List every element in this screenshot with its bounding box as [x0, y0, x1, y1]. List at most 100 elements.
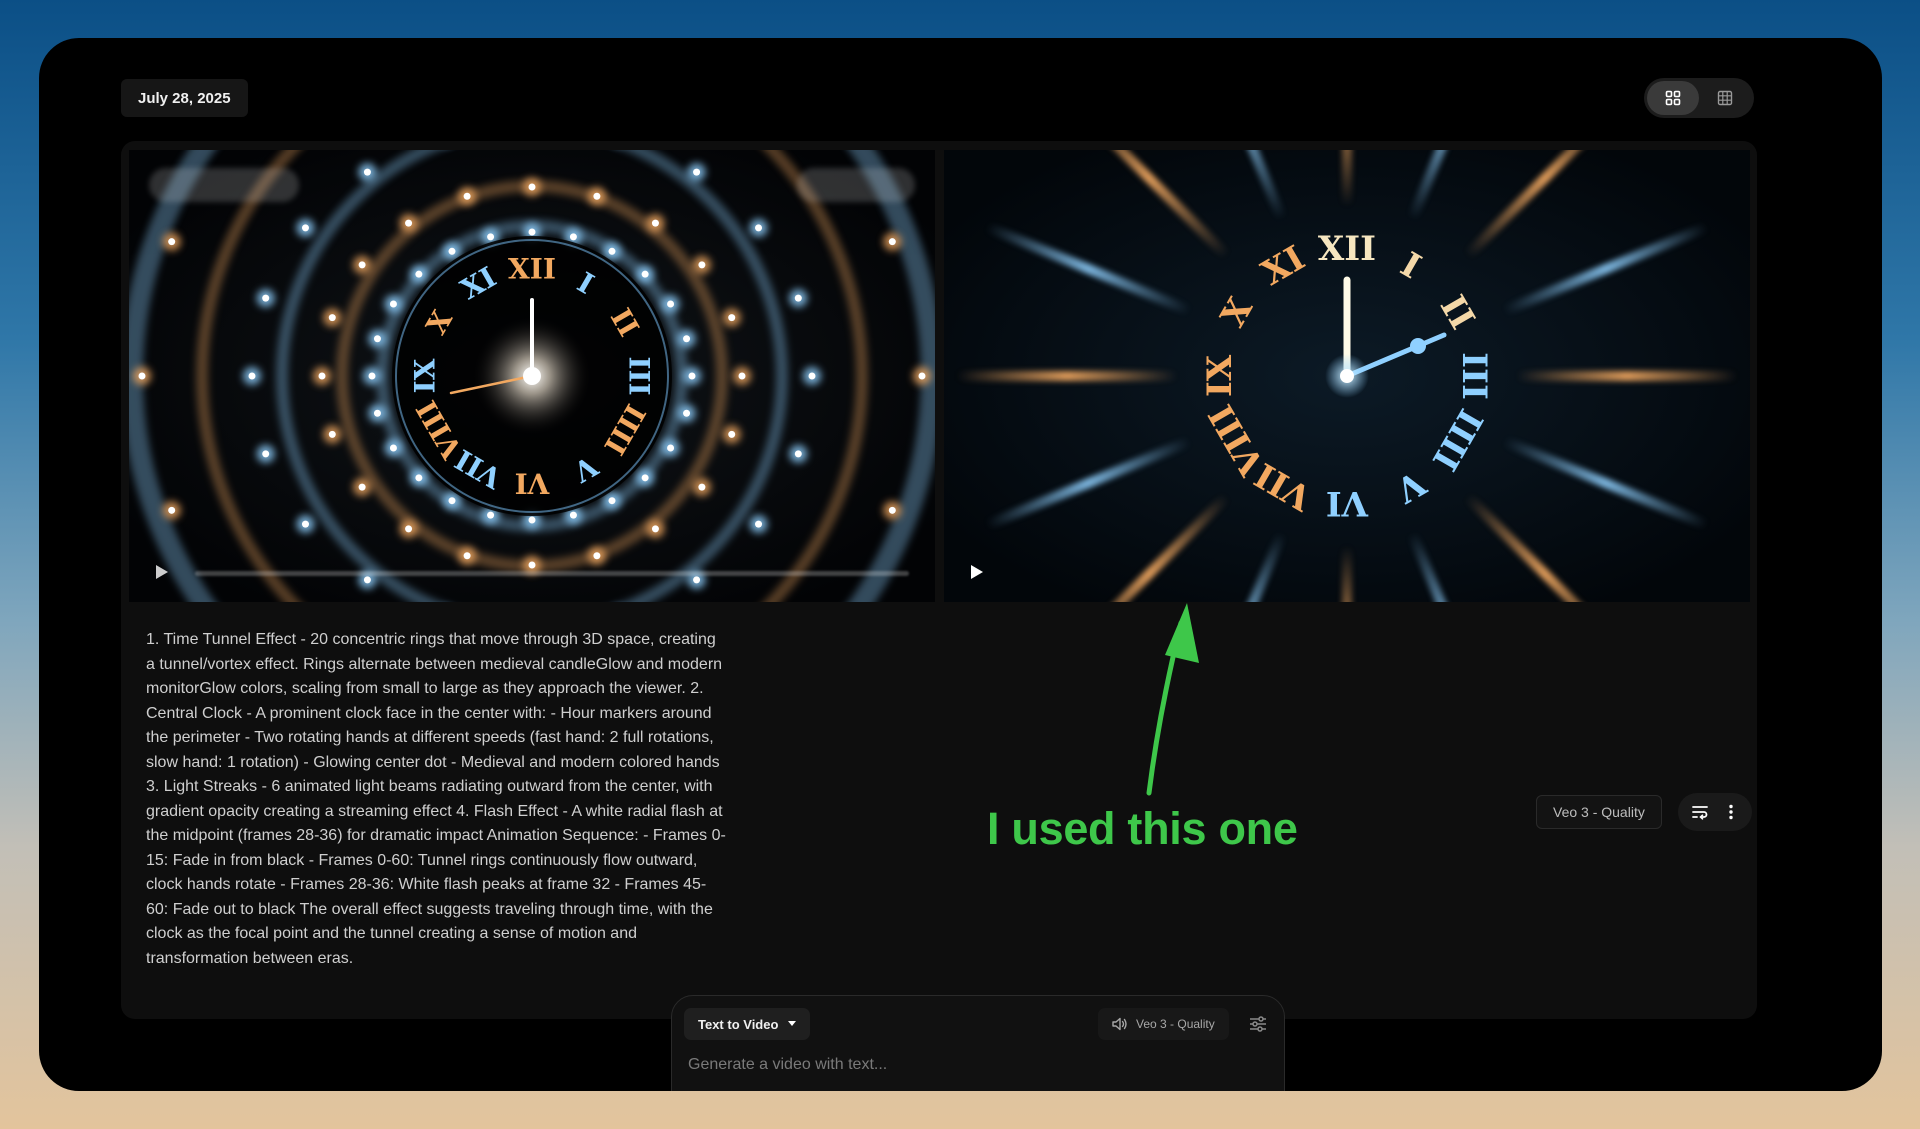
glow-dot-core — [363, 576, 371, 584]
blurred-overlay-chip — [797, 168, 915, 202]
glow-dot-core — [528, 183, 536, 191]
glow-dot-core — [569, 511, 577, 519]
glow-dot-core — [755, 520, 763, 528]
glow-dot-core — [651, 219, 659, 227]
play-icon[interactable] — [966, 562, 986, 582]
grid-3x3-icon — [1717, 90, 1733, 106]
result-actions — [1678, 793, 1752, 831]
glow-dot-core — [641, 270, 649, 278]
glow-dot-core — [262, 294, 270, 302]
grid-view-button[interactable] — [1647, 81, 1699, 115]
glow-dot-core — [373, 335, 381, 343]
table-view-button[interactable] — [1699, 81, 1751, 115]
glow-dot-core — [262, 450, 270, 458]
glow-dot-core — [918, 372, 926, 380]
glow-dot-core — [318, 372, 326, 380]
glow-dot-core — [667, 444, 675, 452]
glow-dot-core — [168, 506, 176, 514]
caret-down-icon — [788, 1021, 797, 1026]
clock-numeral: VI — [515, 467, 551, 500]
more-vertical-icon — [1728, 804, 1733, 820]
light-streak — [957, 371, 1177, 381]
clock-numeral: IX — [1200, 354, 1240, 397]
model-selector[interactable]: Veo 3 - Quality — [1098, 1008, 1229, 1040]
clock-numeral: VI — [1326, 483, 1369, 523]
glow-dot-core — [755, 224, 763, 232]
settings-button[interactable] — [1244, 1010, 1272, 1038]
glow-dot-core — [528, 228, 536, 236]
glow-dot-core — [358, 483, 366, 491]
glow-dot-core — [138, 372, 146, 380]
reuse-prompt-button[interactable] — [1685, 797, 1715, 827]
glow-dot-core — [248, 372, 256, 380]
glow-dot-core — [328, 314, 336, 322]
composer-model-label: Veo 3 - Quality — [1136, 1017, 1215, 1031]
glow-dot-core — [698, 483, 706, 491]
glow-dot-core — [487, 511, 495, 519]
glow-dot-core — [358, 261, 366, 269]
prompt-composer: Text to Video Veo 3 - Quality — [671, 995, 1285, 1091]
grid-2x2-icon — [1665, 90, 1681, 106]
glow-dot-core — [463, 192, 471, 200]
mode-label: Text to Video — [698, 1016, 779, 1032]
glow-dot-core — [373, 409, 381, 417]
light-streak — [1342, 150, 1352, 206]
glow-dot-core — [693, 576, 701, 584]
clock-numeral: XII — [508, 253, 556, 286]
clock-numeral: IX — [409, 358, 442, 393]
glow-dot-core — [328, 430, 336, 438]
speaker-icon — [1112, 1017, 1127, 1031]
play-icon[interactable] — [151, 562, 171, 582]
model-chip: Veo 3 - Quality — [1536, 795, 1662, 829]
clock-numeral: III — [1454, 352, 1494, 400]
text-wrap-icon — [1691, 806, 1708, 820]
glow-dot-core — [698, 261, 706, 269]
glow-dot-core — [728, 314, 736, 322]
glow-dot-core — [301, 520, 309, 528]
glow-dot-core — [808, 372, 816, 380]
glow-dot-core — [693, 168, 701, 176]
glow-dot-core — [593, 552, 601, 560]
annotation-arrow-icon — [1146, 603, 1199, 796]
glow-dot-core — [569, 233, 577, 241]
sliders-icon — [1250, 1016, 1266, 1032]
prompt-text: 1. Time Tunnel Effect - 20 concentric ri… — [146, 631, 726, 967]
glow-dot-core — [728, 430, 736, 438]
annotation-label: I used this one — [987, 803, 1298, 854]
glow-dot-core — [528, 516, 536, 524]
glow-dot-core — [794, 294, 802, 302]
video-progress-bar[interactable] — [195, 571, 909, 576]
light-streak — [1342, 546, 1352, 602]
view-toggle — [1644, 78, 1754, 118]
glow-dot-core — [794, 450, 802, 458]
glow-dot-core — [463, 552, 471, 560]
glow-dot-core — [363, 168, 371, 176]
glow-dot-core — [389, 444, 397, 452]
glow-dot-core — [667, 300, 675, 308]
glow-dot-core — [608, 497, 616, 505]
glow-dot-core — [415, 270, 423, 278]
prompt-input[interactable] — [688, 1052, 1248, 1078]
glow-dot-core — [448, 497, 456, 505]
glow-dot-core — [168, 238, 176, 246]
date-chip: July 28, 2025 — [121, 79, 248, 117]
video-thumbnail-right[interactable]: XII I II III IIII V VI VII VIII IX X XI — [944, 150, 1750, 602]
glow-dot-core — [641, 474, 649, 482]
glow-dot-core — [683, 409, 691, 417]
glow-dot-core — [888, 506, 896, 514]
blurred-overlay-chip — [149, 168, 299, 202]
video-thumbnail-left[interactable]: XII I II III IIII V VI VII VIII IX X XI — [129, 150, 935, 602]
mode-dropdown[interactable]: Text to Video — [684, 1008, 811, 1040]
glow-dot-core — [593, 192, 601, 200]
glow-dot-core — [415, 474, 423, 482]
glow-dot-core — [888, 238, 896, 246]
app-window: July 28, 2025 XII I II III IIII V VI VII… — [39, 38, 1882, 1091]
glow-dot-core — [688, 372, 696, 380]
glow-dot-core — [448, 247, 456, 255]
glow-dot-core — [405, 525, 413, 533]
light-streak — [1517, 371, 1737, 381]
glow-dot-core — [301, 224, 309, 232]
video-frame-clock-streaks: XII IIIIIIIIIIVVIVIIVIIIIXXXI — [944, 150, 1750, 602]
glow-dot-core — [405, 219, 413, 227]
more-options-button[interactable] — [1716, 797, 1746, 827]
